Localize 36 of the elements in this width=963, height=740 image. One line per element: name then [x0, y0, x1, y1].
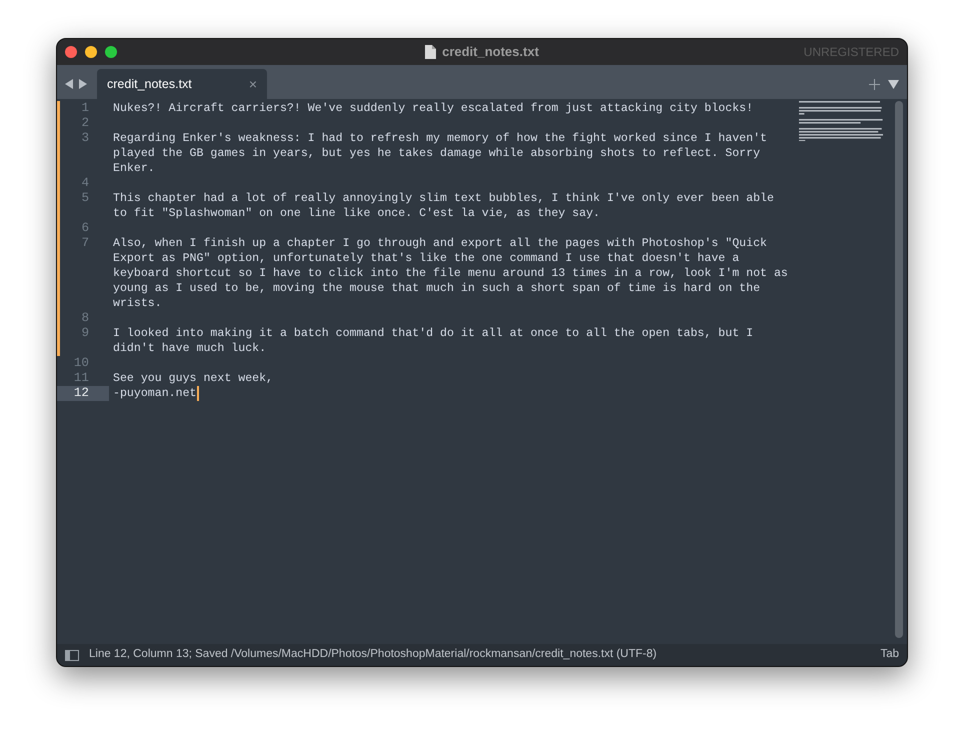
- code-line: See you guys next week,: [113, 371, 274, 386]
- dropdown-icon[interactable]: [888, 80, 899, 88]
- close-button[interactable]: [65, 46, 77, 58]
- line-number: 12: [57, 386, 109, 401]
- minimap-drawing[interactable]: [799, 101, 883, 141]
- document-icon: [425, 45, 436, 59]
- code-line: This chapter had a lot of really annoyingly slim text bubbles, I think I've only ever been able to fit "Splashwoman" on one line like once. C'est la vie, as they say.: [113, 191, 775, 221]
- line-number: 4: [57, 176, 109, 191]
- sidebar-toggle-icon[interactable]: [65, 650, 79, 660]
- line-number: 11: [72, 371, 90, 386]
- status-text: Line 12, Column 13; Saved /Volumes/MacHDD/Photos/PhotoshopMaterial/rockmansan/credit_notes.txt (UTF-8): [89, 647, 657, 662]
- add-icon[interactable]: [869, 78, 880, 90]
- code-line: Nukes?! Aircraft carriers?! We've suddenly really escalated from just attacking city blocks!: [113, 101, 754, 116]
- back-icon[interactable]: [65, 79, 74, 89]
- line-number: 2: [57, 116, 109, 131]
- line-number: 5: [57, 191, 109, 221]
- forward-icon[interactable]: [78, 79, 87, 89]
- line-number: 6: [57, 221, 109, 236]
- scrollbar-thumb[interactable]: [895, 101, 903, 638]
- line-number: 10: [72, 356, 90, 371]
- text-cursor: [196, 386, 198, 401]
- close-tab-button[interactable]: ×: [248, 74, 257, 94]
- minimize-button[interactable]: [85, 46, 97, 58]
- line-number: 7: [57, 236, 109, 311]
- indentation-setting[interactable]: Tab: [880, 646, 899, 664]
- line-number: 8: [57, 311, 109, 326]
- code-line: I looked into making it a batch command that'd do it all at once to all the open tabs, but I didn't have much luck.: [113, 326, 754, 356]
- line-number: 9: [57, 326, 109, 356]
- line-number: 3: [57, 131, 109, 176]
- code-line: Regarding Enker's weakness: I had to refresh my memory of how the fight worked since I haven't played the GB games in years, but yes he takes damage while absorbing shots to reflect. Sorry Enker.: [113, 131, 768, 176]
- line-number: 1: [57, 101, 109, 116]
- code-line: -puyoman.net: [113, 386, 196, 401]
- editor-tab[interactable]: credit_notes.txt ×: [97, 69, 267, 99]
- code-line: Also, when I finish up a chapter I go through and export all the pages with Photoshop's "Quick Export as PNG" option, unfortunately that's like the one command I use that doesn't have a keyboard shortcut so I have to click into the file menu around 13 times in a row, look I'm not as young as I used to be, moving the mouse that much in such a short span of time is hard on the wrists.: [113, 236, 789, 311]
- zoom-button[interactable]: [105, 46, 117, 58]
- window-title: credit_notes.txt: [442, 43, 539, 62]
